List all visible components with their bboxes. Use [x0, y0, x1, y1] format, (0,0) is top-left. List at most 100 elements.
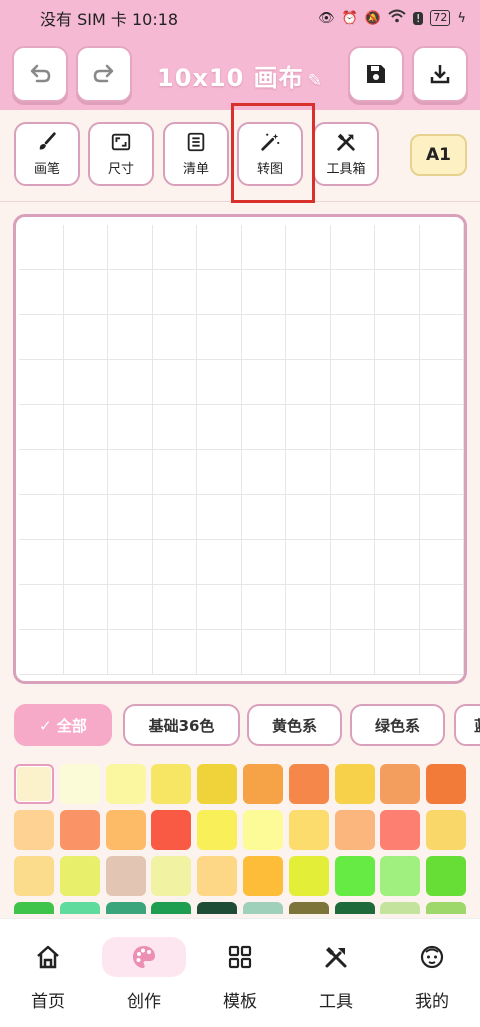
canvas-cell[interactable]	[152, 540, 197, 585]
canvas-cell[interactable]	[63, 585, 108, 630]
color-swatch[interactable]	[334, 810, 375, 850]
canvas-cell[interactable]	[63, 405, 108, 450]
color-swatch[interactable]	[151, 902, 192, 914]
canvas-cell[interactable]	[241, 585, 286, 630]
color-swatch[interactable]	[197, 764, 238, 804]
canvas-cell[interactable]	[63, 270, 108, 315]
color-swatch[interactable]	[380, 856, 421, 896]
canvas-cell[interactable]	[197, 630, 242, 675]
canvas-cell[interactable]	[63, 495, 108, 540]
download-button[interactable]	[412, 46, 468, 102]
canvas-cell[interactable]	[108, 225, 153, 270]
color-swatch[interactable]	[197, 810, 238, 850]
color-swatch[interactable]	[14, 764, 54, 804]
canvas-cell[interactable]	[375, 405, 420, 450]
canvas-cell[interactable]	[330, 630, 375, 675]
filter-basic-36[interactable]: 基础36色	[123, 704, 240, 746]
canvas-cell[interactable]	[152, 495, 197, 540]
canvas-cell[interactable]	[63, 540, 108, 585]
color-swatch[interactable]	[334, 764, 375, 804]
canvas-cell[interactable]	[286, 405, 331, 450]
color-swatch[interactable]	[197, 856, 238, 896]
canvas-cell[interactable]	[108, 405, 153, 450]
color-swatch[interactable]	[380, 764, 421, 804]
canvas-cell[interactable]	[241, 450, 286, 495]
canvas-cell[interactable]	[152, 585, 197, 630]
canvas-cell[interactable]	[330, 540, 375, 585]
canvas-cell[interactable]	[330, 450, 375, 495]
filter-blue[interactable]: 蓝	[454, 704, 480, 746]
color-swatch[interactable]	[14, 810, 54, 850]
canvas-cell[interactable]	[19, 405, 64, 450]
canvas-cell[interactable]	[241, 540, 286, 585]
canvas-cell[interactable]	[286, 495, 331, 540]
canvas-cell[interactable]	[19, 270, 64, 315]
canvas-cell[interactable]	[419, 315, 464, 360]
canvas-cell[interactable]	[152, 270, 197, 315]
color-swatch[interactable]	[151, 764, 192, 804]
canvas-cell[interactable]	[152, 360, 197, 405]
canvas-cell[interactable]	[330, 225, 375, 270]
filter-all[interactable]: ✓ 全部	[14, 704, 112, 746]
canvas-cell[interactable]	[19, 585, 64, 630]
canvas-cell[interactable]	[63, 360, 108, 405]
filter-green[interactable]: 绿色系	[350, 704, 445, 746]
color-swatch[interactable]	[151, 856, 192, 896]
canvas-cell[interactable]	[19, 225, 64, 270]
color-swatch[interactable]	[59, 856, 100, 896]
canvas-cell[interactable]	[286, 540, 331, 585]
canvas-cell[interactable]	[63, 630, 108, 675]
canvas-cell[interactable]	[152, 225, 197, 270]
canvas-cell[interactable]	[19, 450, 64, 495]
color-swatch[interactable]	[426, 810, 467, 850]
color-swatch[interactable]	[197, 902, 238, 914]
nav-profile[interactable]: 我的	[387, 937, 477, 1017]
canvas-cell[interactable]	[108, 450, 153, 495]
color-swatch[interactable]	[426, 902, 467, 914]
nav-tools[interactable]: 工具	[291, 937, 381, 1017]
canvas-cell[interactable]	[108, 270, 153, 315]
canvas-cell[interactable]	[375, 270, 420, 315]
color-swatch[interactable]	[243, 764, 283, 804]
canvas-cell[interactable]	[197, 360, 242, 405]
canvas-cell[interactable]	[241, 270, 286, 315]
canvas-cell[interactable]	[286, 585, 331, 630]
color-swatch[interactable]	[59, 902, 100, 914]
color-swatch[interactable]	[59, 810, 100, 850]
canvas-cell[interactable]	[375, 315, 420, 360]
brush-button[interactable]: 画笔	[14, 122, 80, 186]
toolbox-button[interactable]: 工具箱	[313, 122, 379, 186]
canvas-cell[interactable]	[197, 450, 242, 495]
canvas-title[interactable]: 10x10 画布 ✎	[0, 58, 480, 93]
color-swatch[interactable]	[243, 902, 283, 914]
canvas-cell[interactable]	[330, 270, 375, 315]
canvas-cell[interactable]	[241, 630, 286, 675]
color-swatch[interactable]	[243, 810, 283, 850]
color-swatch[interactable]	[380, 902, 421, 914]
canvas-cell[interactable]	[419, 495, 464, 540]
canvas-cell[interactable]	[286, 225, 331, 270]
canvas-cell[interactable]	[419, 270, 464, 315]
canvas-cell[interactable]	[419, 405, 464, 450]
color-swatch[interactable]	[426, 856, 467, 896]
canvas-cell[interactable]	[419, 585, 464, 630]
canvas-cell[interactable]	[108, 540, 153, 585]
filter-yellow[interactable]: 黄色系	[247, 704, 342, 746]
pixel-canvas[interactable]	[13, 214, 467, 684]
color-swatch[interactable]	[105, 810, 146, 850]
color-swatch[interactable]	[105, 764, 146, 804]
canvas-grid[interactable]	[19, 225, 464, 675]
color-swatch[interactable]	[105, 856, 146, 896]
color-swatch[interactable]	[288, 856, 329, 896]
canvas-cell[interactable]	[375, 225, 420, 270]
canvas-cell[interactable]	[375, 630, 420, 675]
save-button[interactable]	[348, 46, 404, 102]
canvas-cell[interactable]	[19, 315, 64, 360]
nav-create[interactable]: 创作	[99, 937, 189, 1017]
size-button[interactable]: 尺寸	[88, 122, 154, 186]
canvas-cell[interactable]	[419, 225, 464, 270]
canvas-cell[interactable]	[330, 495, 375, 540]
canvas-cell[interactable]	[108, 630, 153, 675]
canvas-cell[interactable]	[19, 360, 64, 405]
canvas-cell[interactable]	[241, 315, 286, 360]
